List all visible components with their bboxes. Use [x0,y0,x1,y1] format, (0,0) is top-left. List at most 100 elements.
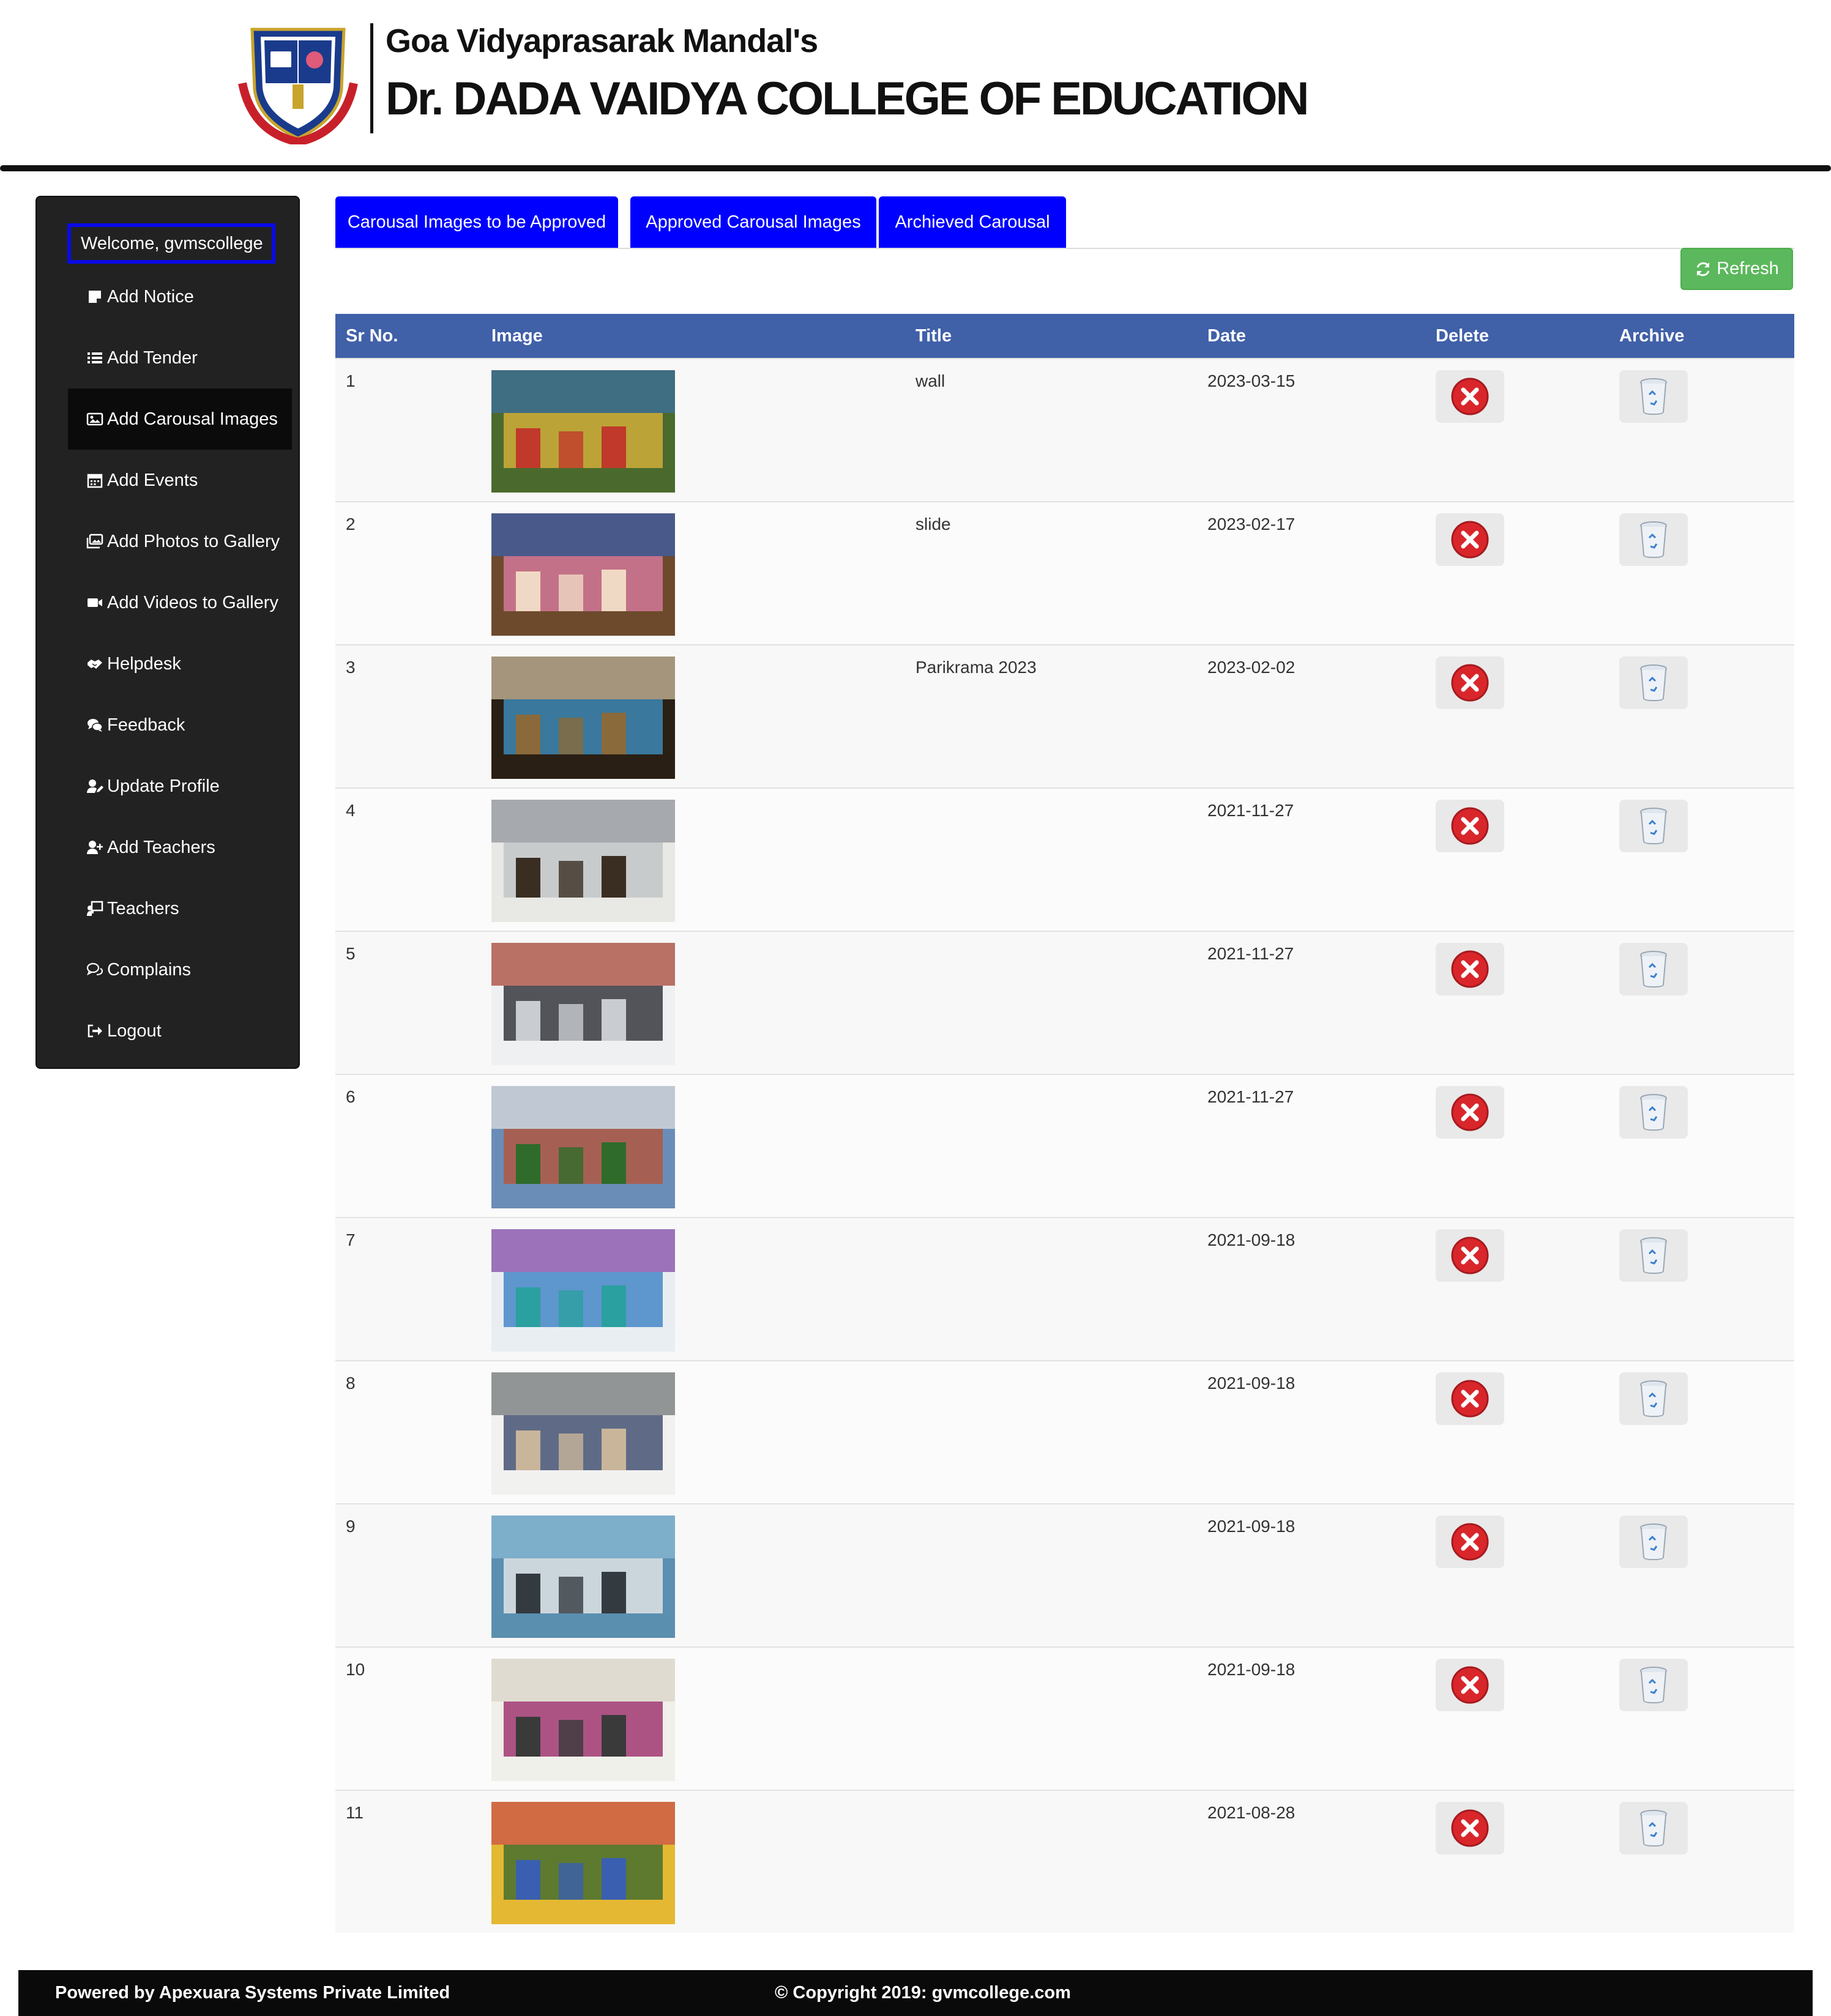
date-cell: 2021-11-27 [1207,801,1294,820]
sidebar-item-label: Logout [107,1021,162,1041]
delete-icon [1451,378,1489,415]
admin-sidebar: Welcome, gvmscollege Add Notice Add Tend… [37,197,299,1068]
delete-icon [1451,1380,1489,1418]
archive-button[interactable] [1619,1802,1688,1854]
archive-button[interactable] [1619,370,1688,423]
sidebar-item-update-profile[interactable]: Update Profile [68,756,292,817]
chalkboard-teacher-icon [87,901,103,916]
date-cell: 2021-09-18 [1207,1230,1296,1249]
delete-button[interactable] [1436,1802,1504,1854]
refresh-button[interactable]: Refresh [1680,248,1793,290]
column-header-sr-no: Sr No. [346,326,398,346]
sign-out-icon [88,1024,102,1038]
sr-no-cell: 10 [346,1660,365,1679]
delete-icon [1451,1237,1489,1274]
archive-button[interactable] [1619,1086,1688,1139]
sidebar-item-helpdesk[interactable]: Helpdesk [68,633,292,694]
archive-button[interactable] [1619,513,1688,566]
delete-icon [1451,1093,1489,1131]
welcome-badge: Welcome, gvmscollege [67,223,275,264]
delete-button[interactable] [1436,1372,1504,1425]
table-row: 4 2021-11-27 [335,787,1794,931]
table-row: 8 2021-09-18 [335,1360,1794,1503]
image-icon [86,412,103,426]
comments-outline-icon [86,962,103,976]
table-row: 10 2021-09-18 [335,1646,1794,1790]
sr-no-cell: 11 [346,1803,364,1822]
delete-button[interactable] [1436,513,1504,566]
sr-no-cell: 6 [346,1087,356,1106]
carousal-thumbnail [491,370,675,493]
delete-button[interactable] [1436,1229,1504,1282]
sticky-note-icon [89,291,101,303]
sidebar-item-logout[interactable]: Logout [68,1000,292,1062]
date-cell: 2021-09-18 [1207,1660,1296,1679]
recycle-bin-icon [1640,521,1667,559]
table-row: 9 2021-09-18 [335,1503,1794,1646]
sidebar-item-teachers[interactable]: Teachers [68,878,292,939]
delete-button[interactable] [1436,370,1504,423]
carousal-thumbnail [491,657,675,779]
archive-button[interactable] [1619,1516,1688,1568]
recycle-bin-icon [1640,1667,1667,1704]
carousal-thumbnail [491,1086,675,1208]
sidebar-item-add-notice[interactable]: Add Notice [68,266,292,327]
archive-button[interactable] [1619,800,1688,852]
delete-button[interactable] [1436,1086,1504,1139]
sidebar-item-complains[interactable]: Complains [68,939,292,1000]
delete-button[interactable] [1436,1659,1504,1711]
date-cell: 2021-08-28 [1207,1803,1296,1822]
delete-icon [1451,950,1489,988]
title-cell: wall [916,371,945,390]
sidebar-nav: Add Notice Add Tender Add Carousal Image… [68,266,292,1062]
table-row: 3 Parikrama 2023 2023-02-02 [335,644,1794,787]
recycle-bin-icon [1640,808,1667,845]
sidebar-item-add-teachers[interactable]: Add Teachers [68,817,292,878]
sidebar-item-label: Add Carousal Images [107,409,278,429]
college-title: Dr. DADA VAIDYA COLLEGE OF EDUCATION [386,73,1309,125]
carousal-thumbnail [491,513,675,636]
sidebar-item-add-tender[interactable]: Add Tender [68,327,292,389]
carousal-thumbnail [491,1229,675,1352]
list-icon [88,352,102,363]
archive-button[interactable] [1619,1372,1688,1425]
date-cell: 2021-09-18 [1207,1374,1296,1393]
carousal-table: Sr No. Image Title Date Delete Archive 1… [335,314,1794,1933]
college-logo [234,16,362,147]
carousal-thumbnail [491,1802,675,1924]
date-cell: 2021-09-18 [1207,1517,1296,1536]
carousal-thumbnail [491,1372,675,1495]
recycle-bin-icon [1640,1380,1667,1418]
recycle-bin-icon [1640,1237,1667,1274]
table-row: 2 slide 2023-02-17 [335,501,1794,644]
recycle-bin-icon [1640,378,1667,415]
title-cell: Parikrama 2023 [916,658,1037,677]
delete-button[interactable] [1436,943,1504,995]
tab-carousal-to-be-approved[interactable]: Carousal Images to be Approved [335,196,618,248]
delete-button[interactable] [1436,1516,1504,1568]
archive-button[interactable] [1619,1659,1688,1711]
archive-button[interactable] [1619,1229,1688,1282]
recycle-bin-icon [1640,1810,1667,1847]
title-cell: slide [916,515,951,534]
delete-button[interactable] [1436,800,1504,852]
sidebar-item-add-videos-to-gallery[interactable]: Add Videos to Gallery [68,572,292,633]
images-icon [86,534,103,549]
header-divider [370,23,373,133]
tab-approved-carousal[interactable]: Approved Carousal Images [630,196,876,248]
sidebar-item-add-events[interactable]: Add Events [68,450,292,511]
date-cell: 2023-02-02 [1207,658,1296,677]
sr-no-cell: 5 [346,944,356,963]
sidebar-item-label: Update Profile [107,776,220,796]
sidebar-item-add-photos-to-gallery[interactable]: Add Photos to Gallery [68,511,292,572]
carousal-thumbnail [491,800,675,922]
tab-archieved-carousal[interactable]: Archieved Carousal [879,196,1066,248]
powered-by-text: Powered by Apexuara Systems Private Limi… [55,1983,450,2003]
delete-icon [1451,1809,1489,1847]
recycle-bin-icon [1640,951,1667,988]
sidebar-item-add-carousal-images[interactable]: Add Carousal Images [68,389,292,450]
archive-button[interactable] [1619,657,1688,709]
delete-button[interactable] [1436,657,1504,709]
archive-button[interactable] [1619,943,1688,995]
sidebar-item-feedback[interactable]: Feedback [68,694,292,756]
